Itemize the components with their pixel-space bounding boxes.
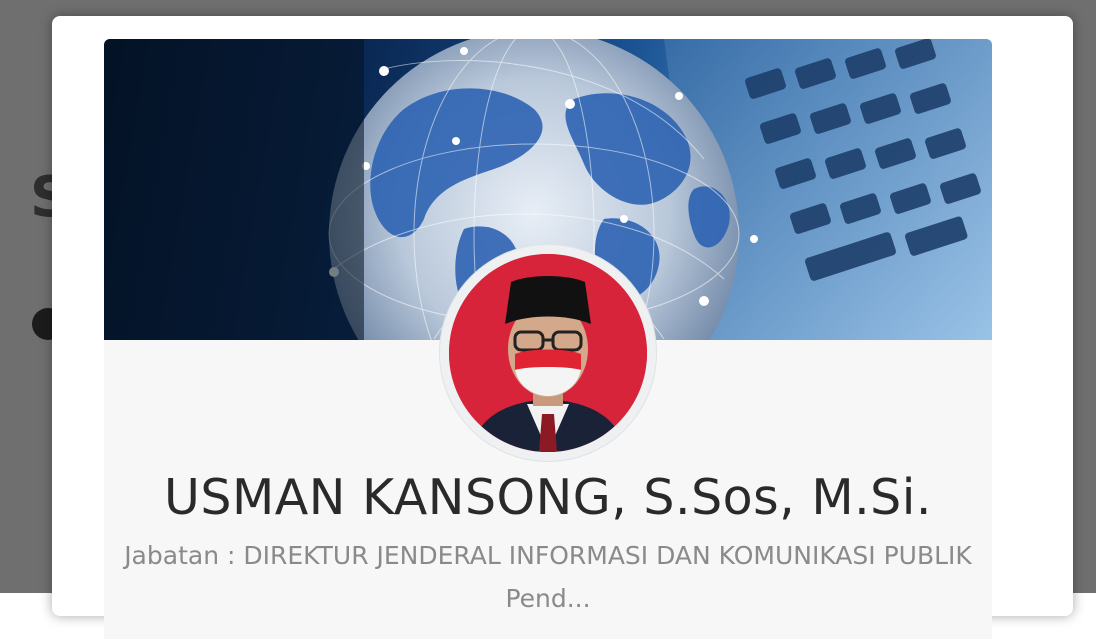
profile-card: USMAN KANSONG, S.Sos, M.Si. JabatanDIREK… — [104, 39, 992, 639]
profile-name: USMAN KANSONG, S.Sos, M.Si. — [164, 469, 932, 526]
profile-next-line: Pend... — [505, 584, 591, 613]
position-label: Jabatan — [124, 541, 243, 570]
position-value: DIREKTUR JENDERAL INFORMASI DAN KOMUNIKA… — [243, 541, 972, 570]
avatar-frame — [440, 245, 656, 461]
profile-position: JabatanDIREKTUR JENDERAL INFORMASI DAN K… — [104, 541, 992, 570]
avatar — [449, 254, 647, 452]
profile-photo-icon — [449, 254, 647, 452]
profile-modal: USMAN KANSONG, S.Sos, M.Si. JabatanDIREK… — [52, 16, 1073, 639]
